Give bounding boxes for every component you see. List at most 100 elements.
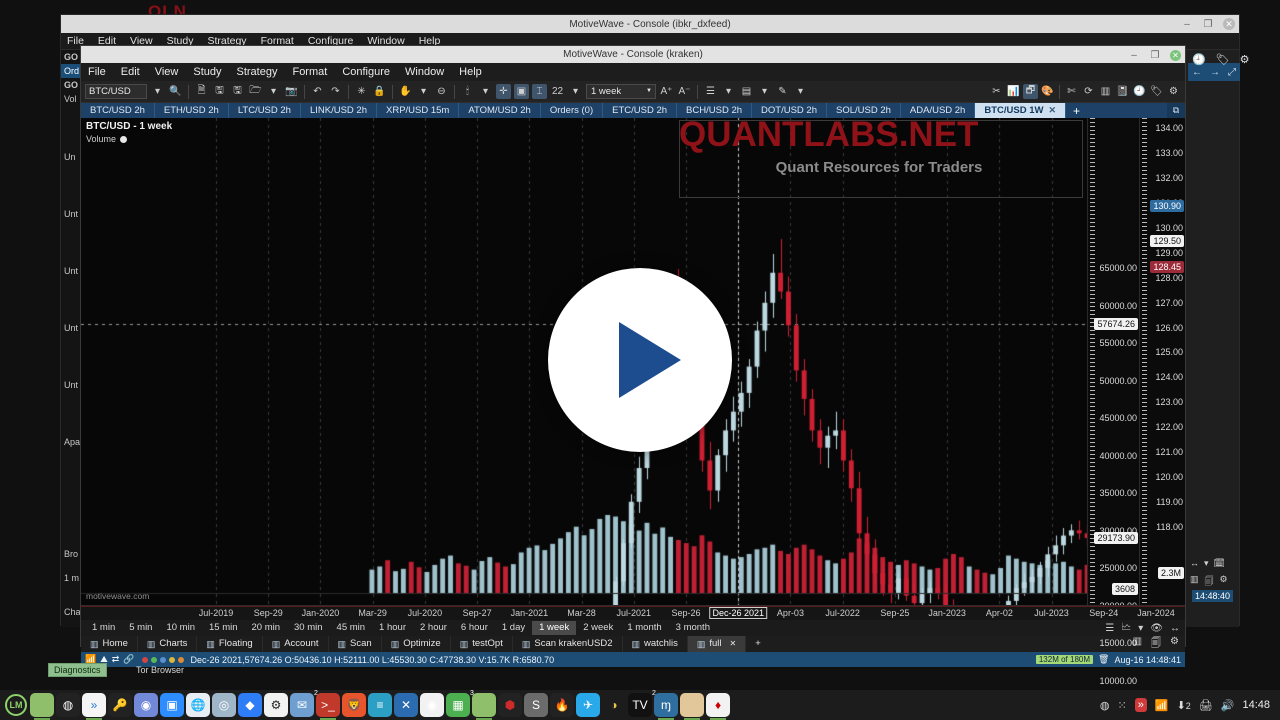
- timeframe-1-week[interactable]: 1 week: [532, 621, 577, 635]
- bg-side-11[interactable]: 1 m: [61, 571, 82, 585]
- settings-gear-icon[interactable]: ⚙: [1170, 636, 1179, 653]
- add-tab-button[interactable]: +: [1066, 103, 1087, 118]
- palette-icon[interactable]: 🎨: [1040, 84, 1055, 99]
- front-menu-file[interactable]: File: [88, 66, 106, 78]
- ellipse-icon[interactable]: ◑: [602, 693, 626, 717]
- timeframe-15-min[interactable]: 15 min: [202, 621, 245, 635]
- nav-back-icon[interactable]: ←: [1192, 67, 1202, 78]
- tray-wifi-icon[interactable]: 📶: [1155, 699, 1169, 712]
- new-doc-icon[interactable]: 🗎: [194, 84, 209, 99]
- chrome-icon[interactable]: ◉: [420, 693, 444, 717]
- front-minimize-button[interactable]: –: [1128, 50, 1140, 61]
- redo-icon[interactable]: ↷: [328, 84, 343, 99]
- workspace-optimize[interactable]: ▥ Optimize: [382, 636, 451, 652]
- open-folder-icon[interactable]: 🗁: [248, 84, 263, 99]
- minimize-button[interactable]: –: [1181, 19, 1193, 30]
- font-increase-icon[interactable]: A⁺: [659, 84, 674, 99]
- gear-icon[interactable]: ⚙: [1166, 84, 1181, 99]
- history-icon[interactable]: 🕘: [1192, 53, 1206, 66]
- layers-icon[interactable]: 🗗: [1023, 84, 1038, 99]
- spreadsheet-icon[interactable]: ▦: [446, 693, 470, 717]
- front-menu-edit[interactable]: Edit: [121, 66, 140, 78]
- bg-side-2[interactable]: GO: [61, 78, 81, 92]
- bg-side-0[interactable]: GO: [61, 50, 81, 64]
- timeframe-6-hour[interactable]: 6 hour: [454, 621, 495, 635]
- grid2-icon[interactable]: ▥: [1190, 574, 1199, 590]
- obs-icon[interactable]: ◍: [56, 693, 80, 717]
- measure-icon[interactable]: ⌶: [532, 84, 547, 99]
- tab-linkusd-2h[interactable]: LINK/USD 2h: [301, 103, 377, 118]
- tradingview-icon[interactable]: TV: [628, 693, 652, 717]
- ff-sync-icon[interactable]: »: [82, 693, 106, 720]
- tab-ethusd-2h[interactable]: ETH/USD 2h: [155, 103, 229, 118]
- nav-expand-icon[interactable]: ⤢: [1228, 67, 1236, 78]
- grid-icon[interactable]: ▤: [739, 84, 754, 99]
- timeframe-1-hour[interactable]: 1 hour: [372, 621, 413, 635]
- text-editor-icon[interactable]: ≡: [368, 693, 392, 717]
- close-icon[interactable]: ✕: [1048, 105, 1056, 116]
- study-settings-icon[interactable]: [120, 135, 128, 143]
- restore-button[interactable]: ❐: [1202, 19, 1214, 30]
- fit-width-icon[interactable]: ↔: [1170, 623, 1180, 634]
- undo-icon[interactable]: ↶: [310, 84, 325, 99]
- firefox-icon[interactable]: 🔥: [550, 693, 574, 717]
- folder-icon[interactable]: 3: [470, 690, 496, 720]
- copy-icon[interactable]: 🗐: [1151, 636, 1161, 653]
- globe-icon[interactable]: 🌐: [186, 693, 210, 717]
- bar-count-dropdown-icon[interactable]: ▾: [568, 84, 583, 99]
- settings-app-icon[interactable]: ⚙: [264, 693, 288, 717]
- timeframe-10-min[interactable]: 10 min: [159, 621, 202, 635]
- workspace-full[interactable]: ▥ full ✕: [687, 636, 747, 652]
- vscode-icon[interactable]: ✕: [394, 693, 418, 717]
- gear3-icon[interactable]: ⚙: [1220, 574, 1228, 590]
- timeframe-1-min[interactable]: 1 min: [85, 621, 122, 635]
- price-axis-secondary[interactable]: 134.00133.00132.00131.00130.00129.00128.…: [1139, 118, 1185, 605]
- tab-solusd-2h[interactable]: SOL/USD 2h: [827, 103, 901, 118]
- tab-dotusd-2h[interactable]: DOT/USD 2h: [752, 103, 827, 118]
- tab-btcusd-2h[interactable]: BTC/USD 2h: [81, 103, 155, 118]
- timeframe-20-min[interactable]: 20 min: [245, 621, 288, 635]
- gear2-icon[interactable]: ⚙: [1240, 53, 1250, 66]
- open-dropdown-icon[interactable]: ▾: [266, 84, 281, 99]
- telegram-icon[interactable]: ✈: [576, 693, 600, 717]
- tab-ltcusd-2h[interactable]: LTC/USD 2h: [229, 103, 301, 118]
- grid-dropdown-icon[interactable]: ▾: [757, 84, 772, 99]
- copy2-icon[interactable]: 🗐: [1205, 574, 1214, 590]
- s-app-icon[interactable]: S: [524, 693, 548, 717]
- add-workspace-button[interactable]: +: [746, 636, 770, 652]
- workspace-charts[interactable]: ▥ Charts: [138, 636, 198, 652]
- bg-side-6[interactable]: Unt: [61, 264, 81, 278]
- draw-tool-icon[interactable]: ✎: [775, 84, 790, 99]
- timeframe-1-month[interactable]: 1 month: [620, 621, 668, 635]
- bg-side-10[interactable]: Bro: [61, 547, 81, 561]
- list-icon[interactable]: ☰: [1105, 623, 1114, 634]
- bg-side-3[interactable]: Vol: [61, 92, 80, 106]
- nav-forward-icon[interactable]: →: [1210, 67, 1220, 78]
- tray-printer-icon[interactable]: 🖨: [1199, 699, 1213, 712]
- save-icon[interactable]: 🖫: [212, 84, 227, 99]
- timeframe-2-week[interactable]: 2 week: [576, 621, 620, 635]
- tab-atomusd-2h[interactable]: ATOM/USD 2h: [459, 103, 541, 118]
- motivewave-icon[interactable]: ɱ2: [652, 690, 678, 720]
- front-menu-configure[interactable]: Configure: [342, 66, 390, 78]
- lock-icon[interactable]: 🔒: [372, 84, 387, 99]
- play-button[interactable]: [548, 268, 732, 452]
- export-icon[interactable]: 🗠: [1121, 620, 1131, 637]
- tab-btcusd-1w[interactable]: BTC/USD 1W ✕: [975, 103, 1067, 118]
- workspace-floating[interactable]: ▥ Floating: [197, 636, 263, 652]
- cards-icon[interactable]: ♦ 2: [704, 690, 730, 720]
- workspace-testopt[interactable]: ▥ testOpt: [451, 636, 513, 652]
- bg-side-1[interactable]: Ord: [61, 64, 83, 78]
- symbol-input[interactable]: BTC/USD: [85, 84, 147, 99]
- tray-network-icon[interactable]: ⁙: [1118, 699, 1127, 712]
- key-icon[interactable]: 🔑: [108, 693, 132, 717]
- chart-study-label[interactable]: Volume: [86, 134, 128, 144]
- bg-side-7[interactable]: Unt: [61, 321, 81, 335]
- save-all-icon[interactable]: 🖫: [230, 84, 245, 99]
- tray-record-icon[interactable]: ◍: [1100, 699, 1110, 712]
- tabstrip-overflow-icon[interactable]: ⧉: [1167, 103, 1185, 118]
- tor-icon[interactable]: ◎: [212, 693, 236, 717]
- align-dropdown-icon[interactable]: ▾: [721, 84, 736, 99]
- front-menu-view[interactable]: View: [155, 66, 179, 78]
- draw-dropdown-icon[interactable]: ▾: [793, 84, 808, 99]
